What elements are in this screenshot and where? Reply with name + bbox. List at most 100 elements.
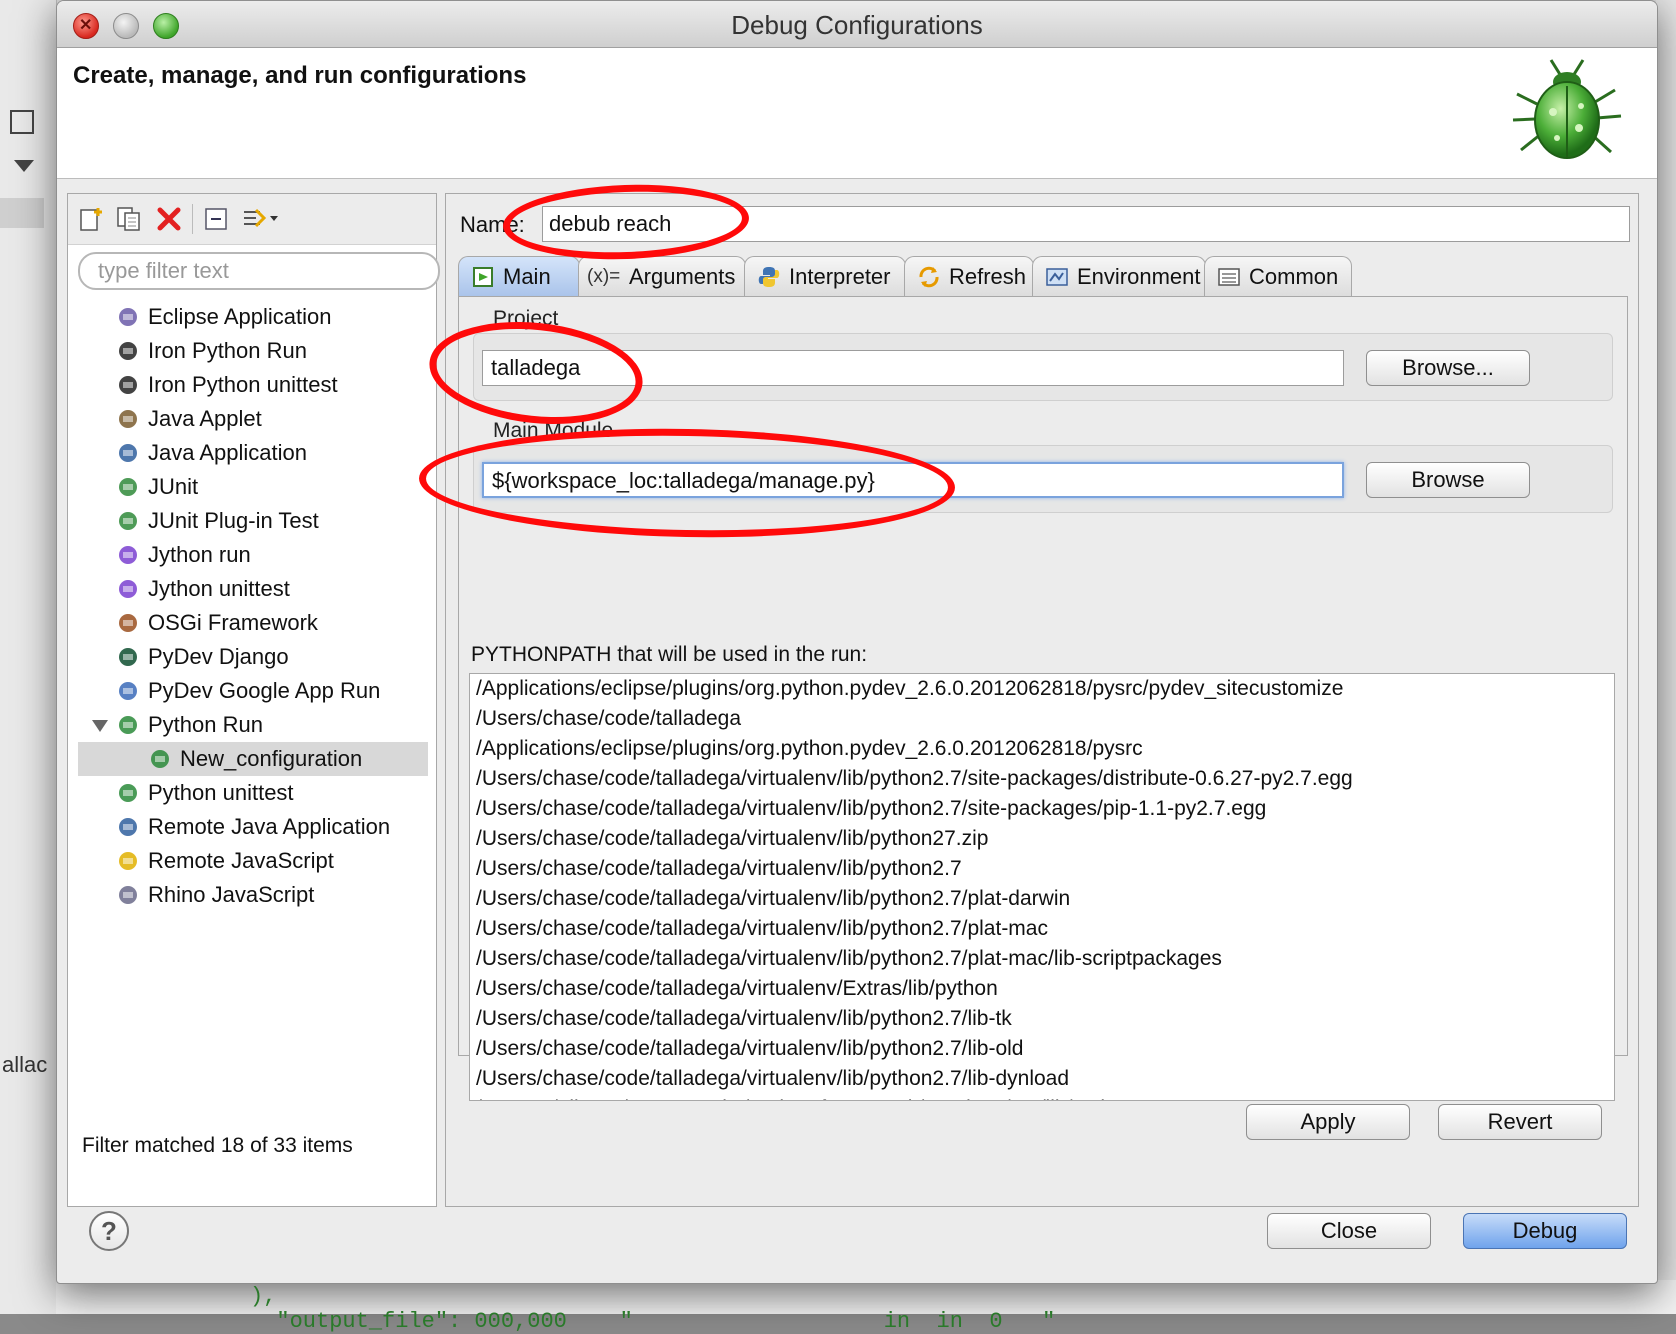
collapse-all-icon[interactable] <box>204 206 230 232</box>
tree-item-label: JUnit Plug-in Test <box>148 508 319 533</box>
tree-item-pydev-django[interactable]: PyDev Django <box>78 640 428 674</box>
tree-item-python-unittest[interactable]: Python unittest <box>78 776 428 810</box>
tree-item-label: New_configuration <box>180 746 363 771</box>
tree-item-java-applet[interactable]: Java Applet <box>78 402 428 436</box>
name-field[interactable]: debub reach <box>542 206 1630 242</box>
tree-item-label: Jython unittest <box>148 576 290 601</box>
pythonpath-entry[interactable]: /Users/chase/code/talladega/virtualenv/l… <box>470 1034 1614 1064</box>
expand-twisty-icon[interactable] <box>92 720 108 732</box>
tab-refresh[interactable]: Refresh <box>904 256 1034 297</box>
browse-module-button[interactable]: Browse <box>1366 462 1530 498</box>
tree-item-label: Remote Java Application <box>148 814 391 839</box>
tree-item-jython-unittest[interactable]: Jython unittest <box>78 572 428 606</box>
tree-item-iron-python-unittest[interactable]: Iron Python unittest <box>78 368 428 402</box>
python-unittest-icon <box>119 784 137 802</box>
pythonpath-entry[interactable]: /Users/chase/code/talladega/virtualenv/l… <box>470 944 1614 974</box>
tab-main[interactable]: Main <box>458 256 580 297</box>
tree-item-remote-java-application[interactable]: Remote Java Application <box>78 810 428 844</box>
java-application-icon <box>119 444 137 462</box>
tree-item-junit[interactable]: JUnit <box>78 470 428 504</box>
google-app-icon <box>119 682 137 700</box>
tree-item-label: Remote JavaScript <box>148 848 334 873</box>
delete-icon[interactable] <box>156 206 182 232</box>
junit-icon <box>119 478 137 496</box>
tree-item-new-configuration[interactable]: New_configuration <box>78 742 428 776</box>
python-config-icon <box>151 750 169 768</box>
project-field[interactable]: talladega <box>482 350 1344 386</box>
tree-item-label: JUnit <box>148 474 199 499</box>
pythonpath-entry[interactable]: /Users/chase/code/talladega/virtualenv/l… <box>470 854 1614 884</box>
osgi-icon <box>119 614 137 632</box>
tree-item-osgi-framework[interactable]: OSGi Framework <box>78 606 428 640</box>
tree-item-pydev-google-app-run[interactable]: PyDev Google App Run <box>78 674 428 708</box>
tree-item-label: Java Application <box>148 440 307 465</box>
tree-item-python-run[interactable]: Python Run <box>78 708 428 742</box>
pythonpath-entry[interactable]: /Users/chase/code/talladega/virtualenv/l… <box>470 794 1614 824</box>
pythonpath-entry[interactable]: /Users/chase/code/talladega/virtualenv/E… <box>470 974 1614 1004</box>
tree-item-label: Iron Python unittest <box>148 372 338 397</box>
pythonpath-entry[interactable]: /Users/chase/code/talladega/virtualenv/l… <box>470 914 1614 944</box>
browse-project-button[interactable]: Browse... <box>1366 350 1530 386</box>
tab-common[interactable]: Common <box>1204 256 1352 297</box>
pythonpath-entry[interactable]: /Users/chase/code/talladega/virtualenv/l… <box>470 764 1614 794</box>
duplicate-icon[interactable] <box>116 206 142 232</box>
tree-item-label: Jython run <box>148 542 251 567</box>
ide-bottom-code: ), "output_file": 000,000 " in in 0 " <box>250 1284 1056 1334</box>
tab-arguments-label: Arguments <box>629 264 736 289</box>
refresh-icon <box>919 266 939 288</box>
pythonpath-entry[interactable]: /Users/chase/code/talladega/virtualenv/l… <box>470 824 1614 854</box>
main-module-field[interactable]: ${workspace_loc:talladega/manage.py} <box>482 462 1344 498</box>
filter-input[interactable]: type filter text <box>78 252 440 290</box>
main-tab-icon <box>473 267 493 287</box>
pythonpath-list[interactable]: /Applications/eclipse/plugins/org.python… <box>469 673 1615 1101</box>
help-button[interactable]: ? <box>89 1211 129 1251</box>
configuration-editor: Name: debub reach Main (x)= Arguments In… <box>445 193 1639 1207</box>
tree-item-label: Python unittest <box>148 780 294 805</box>
toolbar-separator <box>192 204 193 234</box>
pythonpath-entry[interactable]: /Applications/eclipse/plugins/org.python… <box>470 734 1614 764</box>
tree-item-jython-run[interactable]: Jython run <box>78 538 428 572</box>
filter-menu-icon[interactable] <box>242 206 282 232</box>
ide-selection <box>0 198 44 228</box>
tree-item-remote-javascript[interactable]: Remote JavaScript <box>78 844 428 878</box>
tab-arguments[interactable]: (x)= Arguments <box>578 256 746 297</box>
eclipse-icon <box>119 308 137 326</box>
pythonpath-entry[interactable]: /System/Library/Frameworks/Python.framew… <box>470 1094 1614 1100</box>
tree-item-label: PyDev Django <box>148 644 289 669</box>
revert-button[interactable]: Revert <box>1438 1104 1602 1140</box>
pythonpath-entry[interactable]: /Users/chase/code/talladega <box>470 704 1614 734</box>
pythonpath-entry[interactable]: /Users/chase/code/talladega/virtualenv/l… <box>470 1004 1614 1034</box>
filter-status: Filter matched 18 of 33 items <box>82 1134 353 1157</box>
minimize-view-icon[interactable] <box>10 110 34 134</box>
pythonpath-entry[interactable]: /Applications/eclipse/plugins/org.python… <box>470 674 1614 704</box>
tree-item-label: Iron Python Run <box>148 338 307 363</box>
pythonpath-entry[interactable]: /Users/chase/code/talladega/virtualenv/l… <box>470 1064 1614 1094</box>
ide-left-text: allac <box>2 1052 48 1077</box>
junit-plugin-icon <box>119 512 137 530</box>
django-icon <box>119 648 137 666</box>
tree-item-iron-python-run[interactable]: Iron Python Run <box>78 334 428 368</box>
tree-item-junit-plug-in-test[interactable]: JUnit Plug-in Test <box>78 504 428 538</box>
pythonpath-entry[interactable]: /Users/chase/code/talladega/virtualenv/l… <box>470 884 1614 914</box>
environment-icon <box>1046 268 1068 286</box>
tab-interpreter[interactable]: Interpreter <box>744 256 906 297</box>
tab-interpreter-label: Interpreter <box>789 264 891 289</box>
tree-item-label: PyDev Google App Run <box>148 678 381 703</box>
tab-common-label: Common <box>1249 264 1339 289</box>
tree-item-rhino-javascript[interactable]: Rhino JavaScript <box>78 878 428 912</box>
tab-environment-label: Environment <box>1077 264 1201 289</box>
remote-js-icon <box>119 852 137 870</box>
view-menu-icon[interactable] <box>14 160 34 172</box>
left-toolbar <box>68 194 436 245</box>
apply-button[interactable]: Apply <box>1246 1104 1410 1140</box>
close-button[interactable]: Close <box>1267 1213 1431 1249</box>
new-configuration-icon[interactable] <box>78 206 104 232</box>
title-bar[interactable]: Debug Configurations <box>57 1 1657 48</box>
ide-left-strip: allac <box>0 0 57 1314</box>
tree-item-eclipse-application[interactable]: Eclipse Application <box>78 300 428 334</box>
debug-button[interactable]: Debug <box>1463 1213 1627 1249</box>
tree-item-label: Rhino JavaScript <box>148 882 315 907</box>
tab-environment[interactable]: Environment <box>1032 256 1206 297</box>
tree-item-java-application[interactable]: Java Application <box>78 436 428 470</box>
iron-python-run-icon <box>119 342 137 360</box>
